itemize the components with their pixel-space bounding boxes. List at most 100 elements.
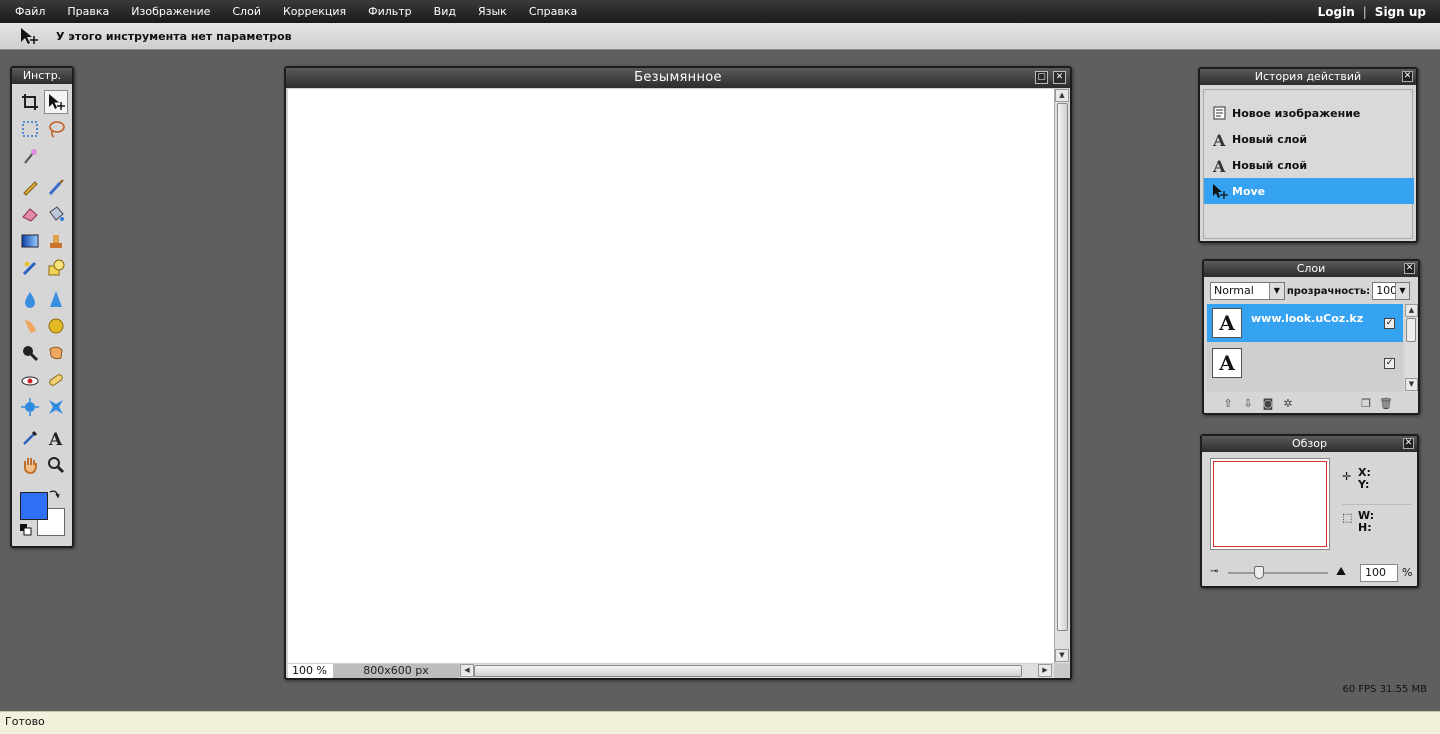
- menu-image[interactable]: Изображение: [120, 5, 221, 18]
- navigator-viewport-frame[interactable]: [1213, 461, 1327, 547]
- scroll-down-icon[interactable]: ▼: [1405, 378, 1418, 391]
- login-link[interactable]: Login: [1318, 5, 1355, 19]
- status-bar: Готово: [0, 711, 1440, 734]
- close-layers-icon[interactable]: ✕: [1404, 263, 1415, 274]
- burn-icon[interactable]: [44, 341, 68, 365]
- type-icon[interactable]: A: [44, 426, 68, 450]
- menu-filter[interactable]: Фильтр: [357, 5, 423, 18]
- move-layer-down-icon[interactable]: ⇩: [1238, 396, 1258, 410]
- blend-mode-select[interactable]: Normal ▼: [1210, 282, 1285, 300]
- vertical-scrollbar[interactable]: ▲ ▼: [1054, 89, 1070, 663]
- red-eye-icon[interactable]: [18, 368, 42, 392]
- layers-scroll-thumb[interactable]: [1406, 318, 1416, 342]
- history-item-label: Move: [1232, 184, 1266, 198]
- history-item-label: Новый слой: [1232, 132, 1308, 146]
- scroll-up-icon[interactable]: ▲: [1405, 304, 1418, 317]
- document-title: Безымянное: [286, 68, 1070, 88]
- stamp-icon[interactable]: [44, 229, 68, 253]
- layer-visibility-checkbox[interactable]: ✓: [1384, 358, 1395, 369]
- replace-color-icon[interactable]: [18, 256, 42, 280]
- layer-style-icon[interactable]: ✲: [1278, 396, 1298, 410]
- horizontal-scrollbar[interactable]: ◀ ▶: [460, 664, 1054, 678]
- bucket-icon[interactable]: [44, 202, 68, 226]
- menu-view[interactable]: Вид: [423, 5, 467, 18]
- foreground-color-swatch[interactable]: [20, 492, 48, 520]
- new-image-icon: [1210, 103, 1230, 123]
- eyedropper-icon[interactable]: [18, 426, 42, 450]
- scroll-right-icon[interactable]: ▶: [1038, 664, 1052, 677]
- maximize-icon[interactable]: ▢: [1035, 71, 1048, 84]
- document-window: Безымянное ▢ ✕ ▲ ▼ 100 % 800x600 px ◀ ▶: [284, 66, 1072, 680]
- lasso-icon[interactable]: [44, 117, 68, 141]
- layer-visibility-checkbox[interactable]: ✓: [1384, 318, 1395, 329]
- menu-edit[interactable]: Правка: [56, 5, 120, 18]
- zoom-out-icon[interactable]: ⊸: [1210, 566, 1218, 577]
- history-item[interactable]: A Новый слой: [1204, 126, 1414, 152]
- close-navigator-icon[interactable]: ✕: [1403, 438, 1414, 449]
- opacity-select[interactable]: 100 ▼: [1372, 282, 1410, 300]
- zoom-unit: %: [1402, 566, 1413, 579]
- horizontal-scroll-thumb[interactable]: [474, 665, 1022, 677]
- opacity-label: прозрачность:: [1286, 285, 1371, 297]
- menu-file[interactable]: Файл: [0, 5, 56, 18]
- history-panel: История действий ✕ Новое изображение A Н…: [1198, 67, 1418, 243]
- scroll-left-icon[interactable]: ◀: [460, 664, 474, 677]
- brush-icon[interactable]: [44, 175, 68, 199]
- close-document-icon[interactable]: ✕: [1053, 71, 1066, 84]
- history-item-active[interactable]: Move: [1204, 178, 1414, 204]
- pinch-icon[interactable]: [44, 395, 68, 419]
- y-label: Y:: [1358, 478, 1370, 491]
- scroll-down-icon[interactable]: ▼: [1055, 649, 1069, 662]
- layer-list: A www.look.uCoz.kz ✓ A ✓: [1207, 304, 1403, 392]
- zoom-slider-knob[interactable]: [1254, 566, 1264, 579]
- menu-help[interactable]: Справка: [518, 5, 588, 18]
- sharpen-icon[interactable]: [44, 287, 68, 311]
- magic-wand-icon[interactable]: [18, 144, 42, 168]
- spot-heal-icon[interactable]: [44, 368, 68, 392]
- history-item[interactable]: A Новый слой: [1204, 152, 1414, 178]
- crop-icon[interactable]: [18, 90, 42, 114]
- signup-link[interactable]: Sign up: [1375, 5, 1426, 19]
- delete-layer-icon[interactable]: 🗑: [1376, 396, 1396, 410]
- dodge-icon[interactable]: [18, 341, 42, 365]
- close-history-icon[interactable]: ✕: [1402, 71, 1413, 82]
- blur-icon[interactable]: [18, 287, 42, 311]
- layer-mask-icon[interactable]: ◙: [1258, 396, 1278, 410]
- vertical-scroll-thumb[interactable]: [1057, 103, 1068, 631]
- pencil-icon[interactable]: [18, 175, 42, 199]
- navigator-preview[interactable]: [1210, 458, 1330, 550]
- layer-row-active[interactable]: A www.look.uCoz.kz ✓: [1207, 304, 1403, 342]
- smudge-icon[interactable]: [18, 314, 42, 338]
- selection-size-icon: ⬚: [1342, 511, 1353, 524]
- shapes-icon[interactable]: [44, 256, 68, 280]
- history-item[interactable]: Новое изображение: [1204, 100, 1414, 126]
- document-zoom-field[interactable]: 100 %: [288, 664, 333, 678]
- sponge-icon[interactable]: [44, 314, 68, 338]
- marquee-icon[interactable]: [18, 117, 42, 141]
- menu-adjustments[interactable]: Коррекция: [272, 5, 357, 18]
- image-canvas[interactable]: [288, 89, 1054, 663]
- type-layer-icon: A: [1210, 129, 1230, 149]
- zoom-input[interactable]: 100: [1360, 564, 1398, 582]
- reset-colors-icon[interactable]: [20, 524, 32, 536]
- move-layer-up-icon[interactable]: ⇧: [1218, 396, 1238, 410]
- eraser-icon[interactable]: [18, 202, 42, 226]
- zoom-slider-track[interactable]: [1228, 572, 1328, 574]
- move-icon: [1210, 181, 1230, 201]
- scroll-up-icon[interactable]: ▲: [1055, 89, 1069, 102]
- menu-language[interactable]: Язык: [467, 5, 518, 18]
- gradient-icon[interactable]: [18, 229, 42, 253]
- navigator-panel: Обзор ✕ ✛ X: Y: ⬚ W: H: ⊸ ⛰ 100 %: [1200, 434, 1419, 588]
- zoom-in-icon[interactable]: ⛰: [1336, 564, 1346, 579]
- layer-row[interactable]: A ✓: [1207, 344, 1403, 382]
- layers-scrollbar[interactable]: ▲ ▼: [1405, 304, 1418, 392]
- move-icon[interactable]: [44, 90, 68, 114]
- menu-layer[interactable]: Слой: [221, 5, 272, 18]
- history-list: Новое изображение A Новый слой A Новый с…: [1203, 89, 1414, 239]
- swap-colors-icon[interactable]: [46, 486, 62, 502]
- zoom-icon[interactable]: [44, 453, 68, 477]
- navigator-info: ✛ X: Y: ⬚ W: H:: [1342, 466, 1412, 534]
- bloat-icon[interactable]: [18, 395, 42, 419]
- new-layer-icon[interactable]: ❐: [1356, 396, 1376, 410]
- hand-icon[interactable]: [18, 453, 42, 477]
